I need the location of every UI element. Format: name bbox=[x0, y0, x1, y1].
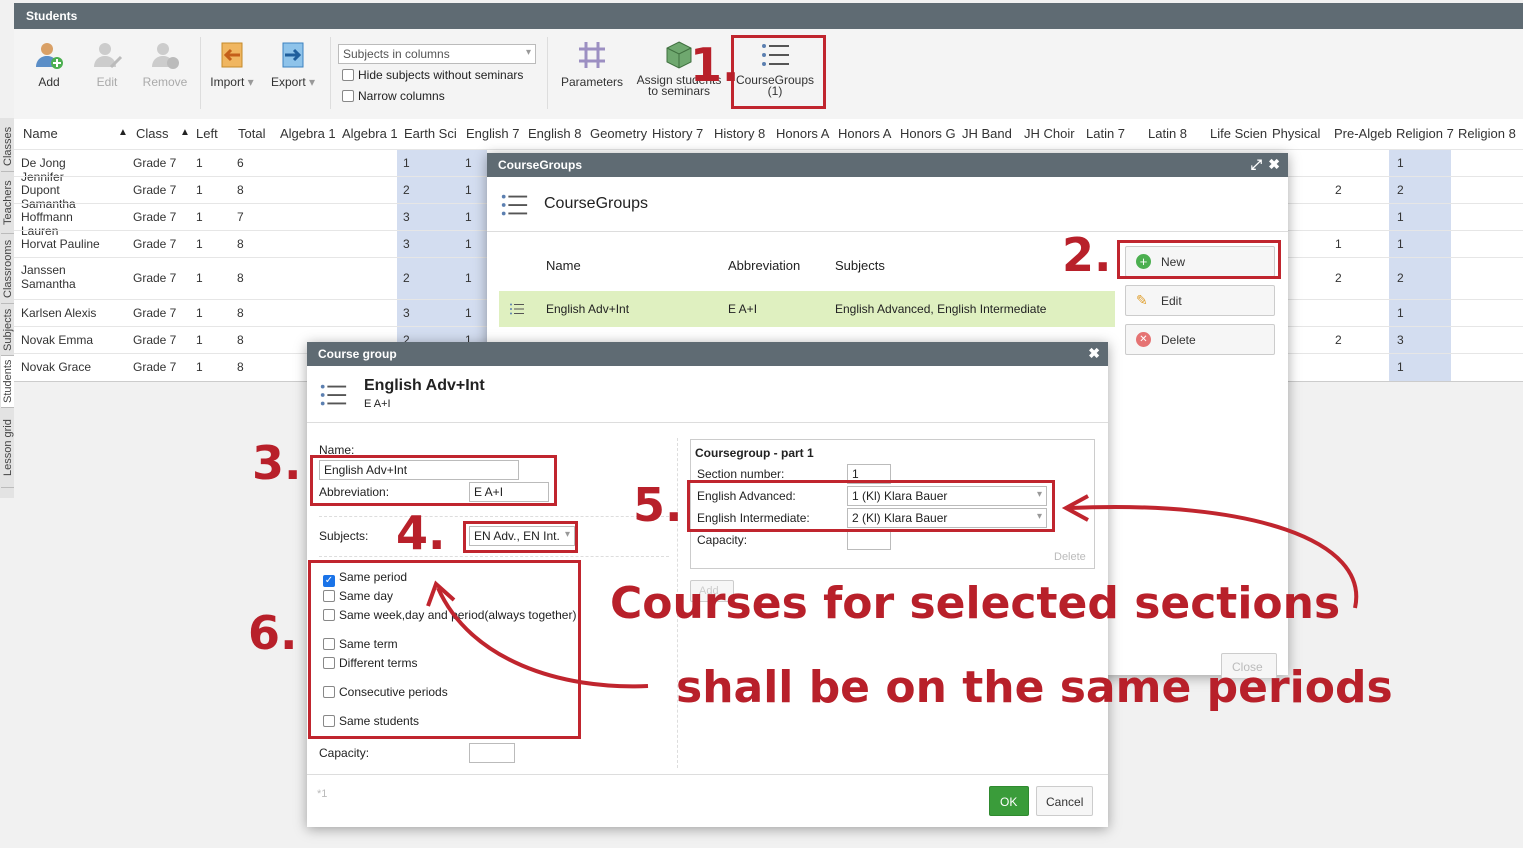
annotation-arrows bbox=[426, 494, 1359, 689]
arrow-to-options bbox=[436, 587, 649, 689]
arrow-to-sections bbox=[1069, 505, 1359, 609]
